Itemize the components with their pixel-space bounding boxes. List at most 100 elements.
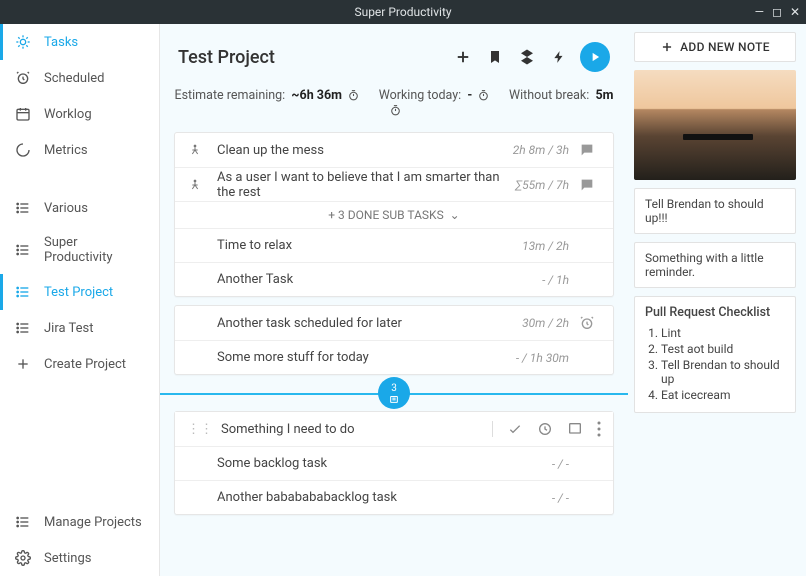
task-row[interactable]: Some more stuff for today - / 1h 30m xyxy=(175,340,613,374)
subtask-row[interactable]: Time to relax 13m / 2h xyxy=(175,228,613,262)
task-row[interactable]: Clean up the mess 2h 8m / 3h xyxy=(175,133,613,167)
plus-icon xyxy=(660,40,674,54)
window-close-icon[interactable]: ✕ xyxy=(790,5,800,19)
task-title: Another bababababacklog task xyxy=(217,490,552,505)
sidebar: Tasks Scheduled Worklog Metrics Various … xyxy=(0,24,160,576)
create-project-button[interactable]: Create Project xyxy=(0,346,159,382)
done-subtasks-label: + 3 DONE SUB TASKS xyxy=(328,208,443,222)
list-icon xyxy=(14,319,32,337)
task-title: Time to relax xyxy=(217,238,522,253)
add-note-button[interactable]: ADD NEW NOTE xyxy=(634,32,796,62)
task-title: Some backlog task xyxy=(217,456,552,471)
nav-scheduled[interactable]: Scheduled xyxy=(0,60,159,96)
subtask-row[interactable]: Another Task - / 1h xyxy=(175,262,613,296)
list-icon xyxy=(14,241,32,259)
list-icon xyxy=(14,199,32,217)
sidebar-item-jira-test[interactable]: Jira Test xyxy=(0,310,159,346)
nav-worklog[interactable]: Worklog xyxy=(0,96,159,132)
checklist-item: Eat icecream xyxy=(661,388,785,402)
task-meta: - / 1h xyxy=(542,273,569,287)
break-value: 5m xyxy=(595,88,613,103)
stopwatch-icon xyxy=(389,104,402,117)
nav-label: Settings xyxy=(44,551,91,566)
add-task-button[interactable] xyxy=(452,46,474,68)
checklist-item: Test aot build xyxy=(661,342,785,356)
chat-icon[interactable] xyxy=(579,142,601,158)
task-meta: - / - xyxy=(552,491,569,505)
goal-icon xyxy=(187,142,207,158)
task-row[interactable]: Some backlog task - / - xyxy=(175,446,613,480)
task-title: Some more stuff for today xyxy=(217,350,516,365)
task-title: Another Task xyxy=(217,272,542,287)
note-text: Tell Brendan to should up!!! xyxy=(645,197,764,225)
window-maximize-icon[interactable]: ◻ xyxy=(772,5,782,19)
task-meta: ∑55m / 7h xyxy=(515,178,569,192)
nav-metrics[interactable]: Metrics xyxy=(0,132,159,168)
chevron-down-icon: ⌄ xyxy=(450,208,460,222)
spinner-icon xyxy=(14,141,32,159)
more-icon[interactable] xyxy=(597,421,601,437)
clock-icon[interactable] xyxy=(537,421,553,437)
window-title: Super Productivity xyxy=(354,5,451,19)
list-icon xyxy=(14,513,32,531)
chat-icon[interactable] xyxy=(579,177,601,193)
plus-icon xyxy=(14,355,32,373)
task-row[interactable]: Another task scheduled for later 30m / 2… xyxy=(175,306,613,340)
note-item[interactable]: Tell Brendan to should up!!! xyxy=(634,188,796,234)
nav-tasks[interactable]: Tasks xyxy=(0,24,159,60)
nav-label: Test Project xyxy=(44,285,113,300)
note-text: Something with a little reminder. xyxy=(645,251,764,279)
note-checklist[interactable]: Pull Request Checklist Lint Test aot bui… xyxy=(634,296,796,413)
task-meta: 30m / 2h xyxy=(522,316,569,330)
done-subtasks-toggle[interactable]: + 3 DONE SUB TASKS ⌄ xyxy=(175,201,613,228)
task-title: As a user I want to believe that I am sm… xyxy=(217,170,515,200)
task-row[interactable]: Another bababababacklog task - / - xyxy=(175,480,613,514)
estimate-label: Estimate remaining: xyxy=(175,88,286,103)
nav-label: Metrics xyxy=(44,143,88,158)
goal-icon xyxy=(187,177,207,193)
bolt-icon[interactable] xyxy=(548,46,570,68)
nav-label: Tasks xyxy=(44,35,78,50)
task-meta: - / 1h 30m xyxy=(516,351,569,365)
checklist-item: Tell Brendan to should up xyxy=(661,358,785,386)
alarm-icon xyxy=(14,69,32,87)
nav-label: Jira Test xyxy=(44,321,94,336)
drag-handle-icon[interactable]: ⋮⋮ xyxy=(187,422,213,437)
stopwatch-icon xyxy=(477,89,490,102)
note-item[interactable]: Something with a little reminder. xyxy=(634,242,796,288)
note-title: Pull Request Checklist xyxy=(645,305,785,320)
page-header: Test Project xyxy=(174,42,614,84)
alarm-icon[interactable] xyxy=(579,315,601,331)
bookmark-icon[interactable] xyxy=(484,46,506,68)
stopwatch-icon xyxy=(347,89,360,102)
sun-icon xyxy=(14,33,32,51)
stats-bar: Estimate remaining: ~6h 36m Working toda… xyxy=(174,84,614,132)
nav-label: Worklog xyxy=(44,107,92,122)
note-image[interactable] xyxy=(634,70,796,180)
nav-label: Manage Projects xyxy=(44,515,142,530)
task-title: Another task scheduled for later xyxy=(217,316,522,331)
sidebar-item-test-project[interactable]: Test Project xyxy=(0,274,159,310)
task-row[interactable]: As a user I want to believe that I am sm… xyxy=(175,167,613,201)
add-note-label: ADD NEW NOTE xyxy=(680,40,770,54)
nav-label: Various xyxy=(44,201,88,216)
sidebar-item-super-productivity[interactable]: Super Productivity xyxy=(0,226,159,274)
play-button[interactable] xyxy=(580,42,610,72)
nav-settings[interactable]: Settings xyxy=(0,540,159,576)
gear-icon xyxy=(14,549,32,567)
task-row[interactable]: ⋮⋮ Something I need to do xyxy=(175,412,613,446)
estimate-value: ~6h 36m xyxy=(291,88,342,103)
layers-icon[interactable] xyxy=(516,46,538,68)
notes-panel: ADD NEW NOTE Tell Brendan to should up!!… xyxy=(628,24,806,576)
nav-label: Super Productivity xyxy=(44,235,145,265)
today-card: Clean up the mess 2h 8m / 3h As a user I… xyxy=(174,132,614,297)
sidebar-item-various[interactable]: Various xyxy=(0,190,159,226)
nav-manage-projects[interactable]: Manage Projects xyxy=(0,504,159,540)
nav-label: Create Project xyxy=(44,357,126,372)
backlog-count-badge[interactable]: 3 xyxy=(378,377,410,409)
task-title: Something I need to do xyxy=(221,422,492,437)
note-icon[interactable] xyxy=(567,421,583,437)
window-minimize-icon[interactable]: — xyxy=(755,5,764,19)
task-meta: - / - xyxy=(552,457,569,471)
check-icon[interactable] xyxy=(507,421,523,437)
